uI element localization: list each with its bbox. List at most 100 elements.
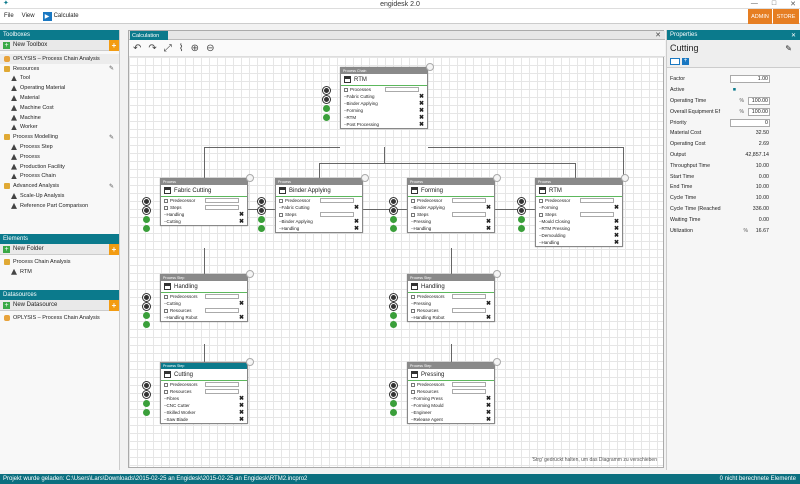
node-dropdown[interactable] xyxy=(205,308,239,313)
remove-icon[interactable]: ✖ xyxy=(239,409,244,416)
remove-icon[interactable]: ✖ xyxy=(614,225,619,232)
remove-icon[interactable]: ✖ xyxy=(614,218,619,225)
node-forming[interactable]: Process Forming Predecessor – Binder Applyin… xyxy=(390,174,501,233)
node-settings-icon[interactable] xyxy=(621,174,629,182)
remove-icon[interactable]: ✖ xyxy=(239,218,244,225)
worker-icon[interactable] xyxy=(390,225,397,232)
pencil-icon[interactable]: ✎ xyxy=(785,44,792,53)
tree-item[interactable]: Worker xyxy=(0,123,119,133)
resource-icon[interactable] xyxy=(258,207,265,214)
node-list-item[interactable]: – Demoulding ✖ xyxy=(536,232,622,239)
pencil-icon[interactable]: ✎ xyxy=(109,65,114,72)
resource-icon[interactable] xyxy=(323,87,330,94)
resource-icon[interactable] xyxy=(390,303,397,310)
node-list-item[interactable]: – Handling ✖ xyxy=(408,225,494,232)
node-binder-applying[interactable]: Process Binder Applying Predecessor – Fabric… xyxy=(258,174,369,233)
resource-icon[interactable] xyxy=(390,198,397,205)
remove-icon[interactable]: ✖ xyxy=(354,204,359,211)
pencil-icon[interactable]: ✎ xyxy=(109,183,114,190)
node-list-item[interactable]: – Handling ✖ xyxy=(161,211,247,218)
resource-icon[interactable] xyxy=(258,198,265,205)
checkbox-icon[interactable] xyxy=(279,198,283,203)
node-settings-icon[interactable] xyxy=(493,270,501,278)
resource-icon[interactable] xyxy=(143,207,150,214)
node-list-item[interactable]: – Forming Press ✖ xyxy=(408,395,494,402)
current-toolbox[interactable]: OPLYSIS – Process Chain Analysis xyxy=(0,54,119,64)
remove-icon[interactable]: ✖ xyxy=(419,107,424,114)
resource-icon[interactable] xyxy=(143,198,150,205)
close-button[interactable]: ✕ xyxy=(790,0,796,8)
node-dropdown[interactable] xyxy=(320,212,354,217)
tree-folder[interactable]: Process Modelling ✎ xyxy=(0,132,119,142)
worker-icon[interactable] xyxy=(390,216,397,223)
node-settings-icon[interactable] xyxy=(426,63,434,71)
checkbox-icon[interactable] xyxy=(344,87,348,92)
node-pressing[interactable]: Process Step Pressing Predecessors Resource… xyxy=(390,358,501,424)
worker-icon[interactable] xyxy=(143,321,150,328)
checkbox-icon[interactable] xyxy=(164,198,168,203)
worker-icon[interactable] xyxy=(390,400,397,407)
checkbox-icon[interactable] xyxy=(411,212,415,217)
admin-button[interactable]: ADMIN xyxy=(748,9,772,24)
remove-icon[interactable]: ✖ xyxy=(419,114,424,121)
node-cutting[interactable]: Process Step Cutting Predecessors Resources… xyxy=(143,358,254,424)
node-list-item[interactable]: – Mould Closing ✖ xyxy=(536,218,622,225)
remove-icon[interactable]: ✖ xyxy=(486,218,491,225)
remove-icon[interactable]: ✖ xyxy=(486,225,491,232)
new-datasource-button[interactable]: + New Datasource xyxy=(0,300,109,311)
resource-icon[interactable] xyxy=(390,294,397,301)
datasource-add-button[interactable]: + xyxy=(109,300,119,311)
calculate-button[interactable]: ▶ Calculate xyxy=(42,11,79,21)
store-button[interactable]: STORE xyxy=(773,9,799,24)
worker-icon[interactable] xyxy=(258,216,265,223)
tree-item[interactable]: Machine xyxy=(0,113,119,123)
node-list-item[interactable]: – Fabric Cutting ✖ xyxy=(341,93,427,100)
new-folder-button[interactable]: + New Folder xyxy=(0,244,109,255)
node-dropdown[interactable] xyxy=(205,205,239,210)
checkbox-icon[interactable] xyxy=(164,308,168,313)
node-list-item[interactable]: – Skilled Worker ✖ xyxy=(161,409,247,416)
resource-icon[interactable] xyxy=(323,96,330,103)
resource-icon[interactable] xyxy=(143,294,150,301)
node-dropdown[interactable] xyxy=(452,308,486,313)
checkbox-icon[interactable] xyxy=(164,382,168,387)
node-dropdown[interactable] xyxy=(205,294,239,299)
node-list-item[interactable]: – Handling ✖ xyxy=(536,239,622,246)
remove-icon[interactable]: ✖ xyxy=(486,204,491,211)
node-settings-icon[interactable] xyxy=(246,270,254,278)
fit-icon[interactable]: ⤢ xyxy=(164,43,172,54)
checkbox-icon[interactable] xyxy=(279,212,283,217)
node-dropdown[interactable] xyxy=(580,212,614,217)
checkbox-icon[interactable] xyxy=(164,205,168,210)
node-settings-icon[interactable] xyxy=(493,358,501,366)
remove-icon[interactable]: ✖ xyxy=(239,314,244,321)
tree-folder[interactable]: Process Chain Analysis xyxy=(0,257,119,267)
node-rtm-process[interactable]: Process RTM Predecessor – Forming ✖ Steps – Moul… xyxy=(518,174,629,247)
checkbox-icon[interactable] xyxy=(411,198,415,203)
node-dropdown[interactable] xyxy=(205,198,239,203)
worker-icon[interactable] xyxy=(143,225,150,232)
resource-icon[interactable] xyxy=(390,207,397,214)
node-settings-icon[interactable] xyxy=(361,174,369,182)
node-list-item[interactable]: – Forming ✖ xyxy=(341,107,427,114)
remove-icon[interactable]: ✖ xyxy=(486,402,491,409)
node-fabric-cutting[interactable]: Process Fabric Cutting Predecessor Steps – Ha… xyxy=(143,174,254,232)
remove-icon[interactable]: ✖ xyxy=(354,225,359,232)
worker-icon[interactable] xyxy=(518,225,525,232)
node-list-item[interactable]: – Release Agent ✖ xyxy=(408,416,494,423)
resource-icon[interactable] xyxy=(518,198,525,205)
node-list-item[interactable]: – Saw Blade ✖ xyxy=(161,416,247,423)
remove-icon[interactable]: ✖ xyxy=(239,395,244,402)
new-toolbox-button[interactable]: + New Toolbox xyxy=(0,40,109,51)
color-swatch[interactable] xyxy=(670,58,680,65)
node-list-item[interactable]: – Handling Robot ✖ xyxy=(408,314,494,321)
tree-item[interactable]: Process Step xyxy=(0,142,119,152)
tree-item[interactable]: Scale-Up Analysis xyxy=(0,191,119,201)
node-list-item[interactable]: – Handling ✖ xyxy=(276,225,362,232)
worker-icon[interactable] xyxy=(518,216,525,223)
tree-item[interactable]: Process Chain xyxy=(0,172,119,182)
property-input[interactable]: 0 xyxy=(730,118,770,127)
toolbox-add-button[interactable]: + xyxy=(109,40,119,51)
panel-close-icon[interactable]: ✕ xyxy=(791,32,796,39)
node-dropdown[interactable] xyxy=(580,198,614,203)
